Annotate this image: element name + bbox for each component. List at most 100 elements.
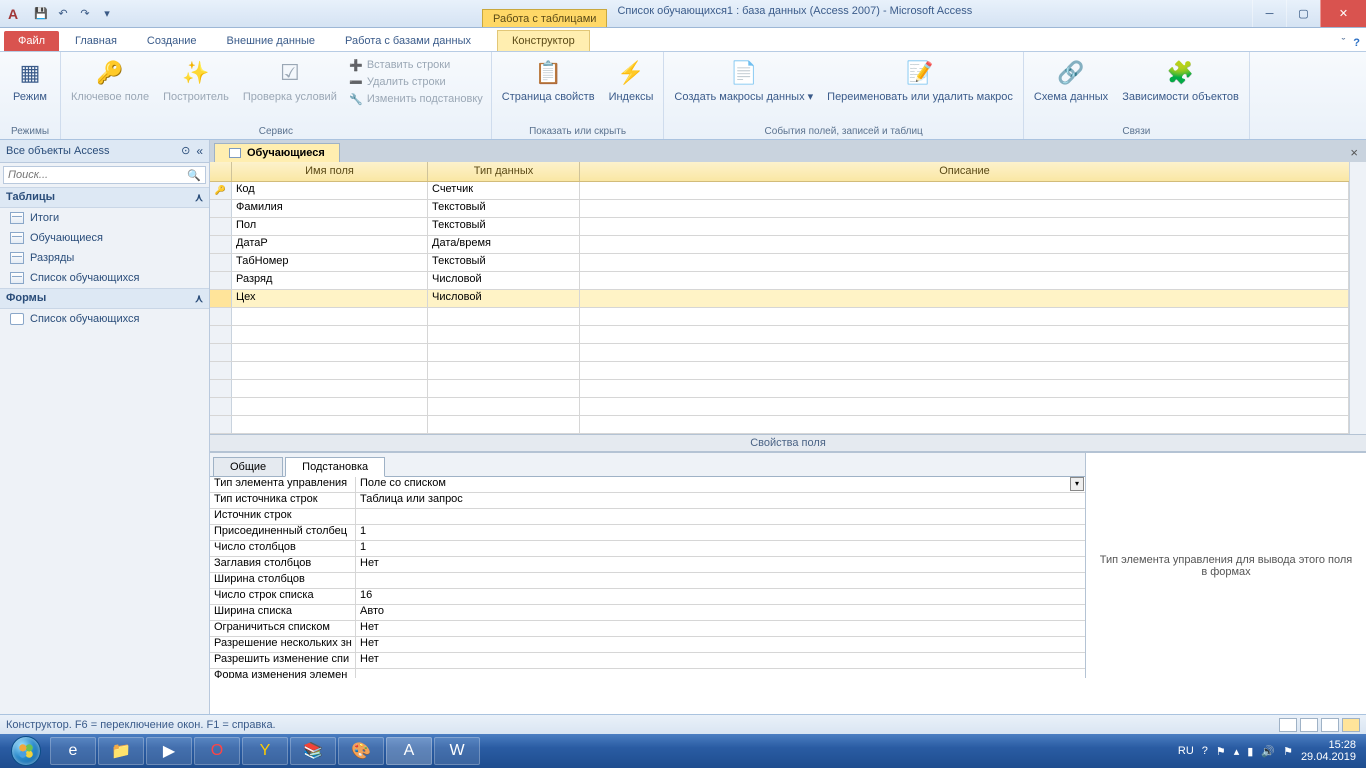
field-type-cell[interactable]: Числовой [428, 272, 580, 289]
field-type-cell[interactable] [428, 398, 580, 415]
help-icon[interactable]: ? [1353, 37, 1360, 49]
field-row[interactable] [210, 326, 1349, 344]
field-row[interactable] [210, 308, 1349, 326]
view-design-icon[interactable] [1342, 718, 1360, 732]
dropdown-icon[interactable]: ▾ [1070, 477, 1084, 491]
navpane-shutter-icon[interactable]: « [196, 144, 203, 158]
property-grid[interactable]: Тип элемента управленияПоле со списком▾Т… [210, 476, 1085, 678]
field-type-cell[interactable] [428, 326, 580, 343]
language-indicator[interactable]: RU [1178, 745, 1194, 757]
property-row[interactable]: Разрешить изменение спиНет [210, 653, 1085, 669]
design-grid-body[interactable]: 🔑КодСчетчикФамилияТекстовыйПолТекстовыйД… [210, 182, 1349, 434]
property-row[interactable]: Форма изменения элемен [210, 669, 1085, 678]
field-name-cell[interactable] [232, 326, 428, 343]
tray-help-icon[interactable]: ? [1202, 745, 1208, 757]
field-type-cell[interactable]: Счетчик [428, 182, 580, 199]
field-desc-cell[interactable] [580, 380, 1349, 397]
field-desc-cell[interactable] [580, 254, 1349, 271]
tray-flag-icon[interactable]: ⚑ [1283, 745, 1293, 758]
field-row[interactable] [210, 380, 1349, 398]
row-selector[interactable] [210, 326, 232, 343]
property-value[interactable]: Поле со списком [360, 477, 446, 489]
column-header-desc[interactable]: Описание [580, 162, 1349, 181]
property-value[interactable]: 1 [360, 525, 366, 537]
collapse-icon[interactable]: ⋏ [195, 292, 203, 305]
search-icon[interactable]: 🔍 [183, 169, 205, 182]
tray-network-icon[interactable]: ▮ [1247, 745, 1253, 758]
property-value[interactable]: Нет [360, 557, 379, 569]
field-name-cell[interactable]: Пол [232, 218, 428, 235]
row-selector[interactable] [210, 218, 232, 235]
field-type-cell[interactable]: Дата/время [428, 236, 580, 253]
field-desc-cell[interactable] [580, 362, 1349, 379]
collapse-icon[interactable]: ⋏ [195, 191, 203, 204]
taskbar-media[interactable]: ▶ [146, 737, 192, 765]
close-button[interactable]: ✕ [1320, 0, 1366, 27]
tab-database-tools[interactable]: Работа с базами данных [331, 31, 485, 51]
rename-macro-button[interactable]: 📝 Переименовать или удалить макрос [823, 55, 1017, 105]
property-tab-general[interactable]: Общие [213, 457, 283, 477]
property-row[interactable]: Тип элемента управленияПоле со списком▾ [210, 477, 1085, 493]
field-desc-cell[interactable] [580, 326, 1349, 343]
nav-table-item[interactable]: Итоги [0, 208, 209, 228]
nav-section-forms[interactable]: Формы ⋏ [0, 288, 209, 309]
undo-icon[interactable]: ↶ [54, 5, 72, 23]
taskbar-clock[interactable]: 15:28 29.04.2019 [1301, 739, 1356, 763]
field-type-cell[interactable] [428, 362, 580, 379]
property-tab-lookup[interactable]: Подстановка [285, 457, 385, 477]
minimize-ribbon-icon[interactable]: ˇ [1342, 37, 1346, 49]
redo-icon[interactable]: ↷ [76, 5, 94, 23]
field-row[interactable]: ФамилияТекстовый [210, 200, 1349, 218]
field-type-cell[interactable] [428, 308, 580, 325]
tab-design[interactable]: Конструктор [497, 30, 590, 51]
relationships-button[interactable]: 🔗 Схема данных [1030, 55, 1112, 105]
row-selector[interactable] [210, 200, 232, 217]
tray-chevron-icon[interactable]: ▴ [1234, 745, 1240, 758]
tray-volume-icon[interactable]: 🔊 [1261, 745, 1275, 758]
start-button[interactable] [4, 734, 48, 768]
property-value-cell[interactable] [356, 509, 1085, 524]
field-name-cell[interactable] [232, 380, 428, 397]
property-value-cell[interactable] [356, 573, 1085, 588]
view-button[interactable]: ▦ Режим [6, 55, 54, 105]
taskbar-word[interactable]: W [434, 737, 480, 765]
row-selector[interactable] [210, 308, 232, 325]
field-row[interactable] [210, 398, 1349, 416]
indexes-button[interactable]: ⚡ Индексы [605, 55, 658, 105]
view-pivot-chart-icon[interactable] [1321, 718, 1339, 732]
row-selector[interactable] [210, 398, 232, 415]
field-type-cell[interactable] [428, 344, 580, 361]
row-selector[interactable] [210, 254, 232, 271]
tab-create[interactable]: Создание [133, 31, 211, 51]
field-row[interactable]: 🔑КодСчетчик [210, 182, 1349, 200]
field-name-cell[interactable]: Цех [232, 290, 428, 307]
field-desc-cell[interactable] [580, 416, 1349, 433]
nav-table-item[interactable]: Разряды [0, 248, 209, 268]
create-macros-button[interactable]: 📄 Создать макросы данных ▾ [670, 55, 817, 105]
view-pivot-table-icon[interactable] [1300, 718, 1318, 732]
nav-form-item[interactable]: Список обучающихся [0, 309, 209, 329]
field-type-cell[interactable]: Текстовый [428, 218, 580, 235]
field-row[interactable]: ТабНомерТекстовый [210, 254, 1349, 272]
row-selector[interactable] [210, 272, 232, 289]
row-selector[interactable]: 🔑 [210, 182, 232, 199]
field-name-cell[interactable] [232, 416, 428, 433]
row-selector[interactable] [210, 416, 232, 433]
view-datasheet-icon[interactable] [1279, 718, 1297, 732]
field-type-cell[interactable] [428, 416, 580, 433]
navpane-dropdown-icon[interactable]: ⊙ [181, 144, 190, 158]
field-name-cell[interactable] [232, 398, 428, 415]
row-selector[interactable] [210, 380, 232, 397]
property-row[interactable]: Тип источника строкТаблица или запрос [210, 493, 1085, 509]
property-row[interactable]: Число строк списка16 [210, 589, 1085, 605]
maximize-button[interactable]: ▢ [1286, 0, 1320, 27]
row-selector[interactable] [210, 362, 232, 379]
taskbar-paint[interactable]: 🎨 [338, 737, 384, 765]
field-row[interactable]: ДатаРДата/время [210, 236, 1349, 254]
property-value[interactable]: Авто [360, 605, 384, 617]
field-desc-cell[interactable] [580, 218, 1349, 235]
property-value-cell[interactable]: 1 [356, 525, 1085, 540]
taskbar-winrar[interactable]: 📚 [290, 737, 336, 765]
tab-external-data[interactable]: Внешние данные [213, 31, 329, 51]
field-type-cell[interactable]: Числовой [428, 290, 580, 307]
